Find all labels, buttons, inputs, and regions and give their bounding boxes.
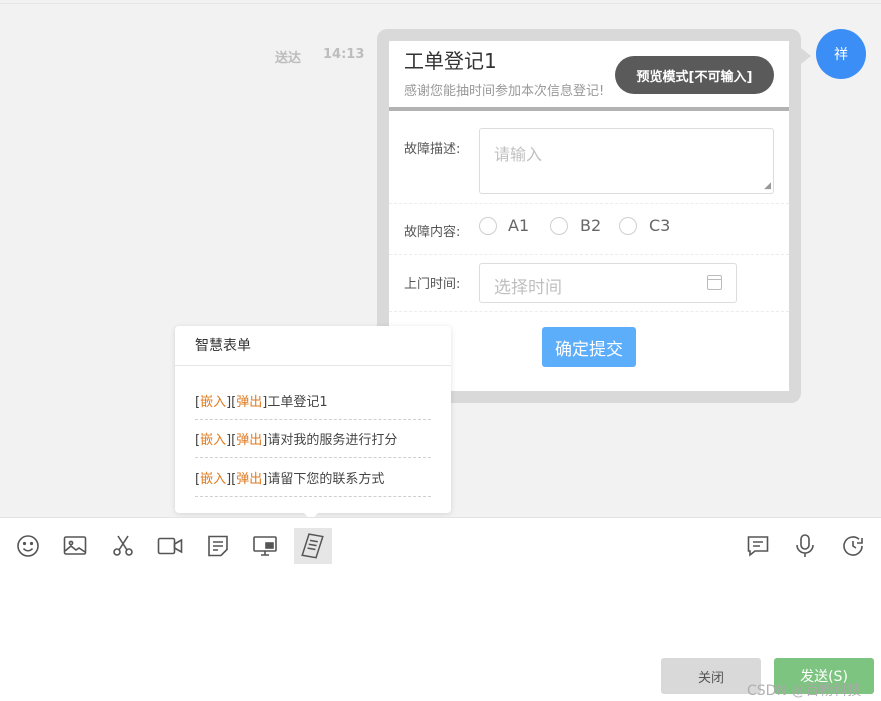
message-time: 14:13	[323, 47, 365, 62]
popup-divider	[175, 365, 451, 366]
image-icon[interactable]	[56, 528, 94, 564]
history-icon[interactable]	[834, 528, 872, 564]
resize-grip-icon[interactable]: ◢	[764, 182, 771, 191]
avatar[interactable]: 祥	[816, 29, 866, 79]
calendar-icon	[707, 275, 722, 290]
smart-form-item-name: 工单登记1	[267, 395, 328, 410]
embed-tag[interactable]: 嵌入	[200, 472, 226, 487]
row-divider	[389, 254, 789, 255]
fault-desc-label: 故障描述:	[404, 142, 461, 157]
video-icon[interactable]	[151, 528, 189, 564]
form-subtitle: 感谢您能抽时间参加本次信息登记!	[404, 84, 605, 99]
visit-time-picker[interactable]: 选择时间	[479, 263, 737, 303]
radio-a1-label: A1	[508, 216, 530, 235]
popup-title: 智慧表单	[195, 338, 251, 354]
radio-b2-label: B2	[580, 216, 602, 235]
chat-window: 送达 14:13 祥 工单登记1 感谢您能抽时间参加本次信息登记! 故障描述: …	[0, 0, 881, 701]
smart-form-popup: 智慧表单 [嵌入][弹出]工单登记1 [嵌入][弹出]请对我的服务进行打分 [嵌…	[175, 326, 451, 513]
submit-button[interactable]: 确定提交	[542, 327, 636, 367]
visit-time-placeholder: 选择时间	[494, 278, 562, 298]
smart-form-icon[interactable]	[294, 528, 332, 564]
form-header-divider	[389, 107, 789, 111]
note-icon[interactable]	[199, 528, 237, 564]
smart-form-item[interactable]: [嵌入][弹出]请留下您的联系方式	[195, 459, 431, 497]
popup-tag[interactable]: 弹出	[236, 472, 262, 487]
radio-c3[interactable]	[619, 217, 637, 235]
embed-tag[interactable]: 嵌入	[200, 395, 226, 410]
smart-form-item-name: 请对我的服务进行打分	[267, 433, 398, 448]
bubble-tail	[801, 48, 811, 64]
radio-b2[interactable]	[550, 217, 568, 235]
row-divider	[389, 311, 789, 312]
row-divider	[389, 203, 789, 204]
radio-c3-label: C3	[649, 216, 671, 235]
fault-desc-placeholder: 请输入	[494, 145, 543, 164]
fault-content-label: 故障内容:	[404, 225, 461, 240]
embed-tag[interactable]: 嵌入	[200, 433, 226, 448]
microphone-icon[interactable]	[786, 528, 824, 564]
message-icon[interactable]	[739, 528, 777, 564]
screen-share-icon[interactable]	[246, 528, 284, 564]
form-title: 工单登记1	[404, 49, 497, 73]
close-button[interactable]: 关闭	[661, 658, 761, 694]
scissors-icon[interactable]	[104, 528, 142, 564]
radio-a1[interactable]	[479, 217, 497, 235]
popup-tag[interactable]: 弹出	[236, 395, 262, 410]
message-status: 送达	[275, 51, 302, 66]
emoji-icon[interactable]	[9, 528, 47, 564]
smart-form-item[interactable]: [嵌入][弹出]请对我的服务进行打分	[195, 420, 431, 458]
smart-form-item-name: 请留下您的联系方式	[267, 472, 385, 487]
popup-tag[interactable]: 弹出	[236, 433, 262, 448]
fault-desc-field[interactable]: 请输入 ◢	[479, 128, 774, 194]
preview-mode-badge: 预览模式[不可输入]	[615, 56, 774, 94]
watermark: CSDN @百畅科技	[747, 683, 862, 699]
input-area[interactable]: 关闭 发送(S) CSDN @百畅科技	[0, 517, 881, 701]
smart-form-item[interactable]: [嵌入][弹出]工单登记1	[195, 382, 431, 420]
visit-time-label: 上门时间:	[404, 277, 461, 292]
